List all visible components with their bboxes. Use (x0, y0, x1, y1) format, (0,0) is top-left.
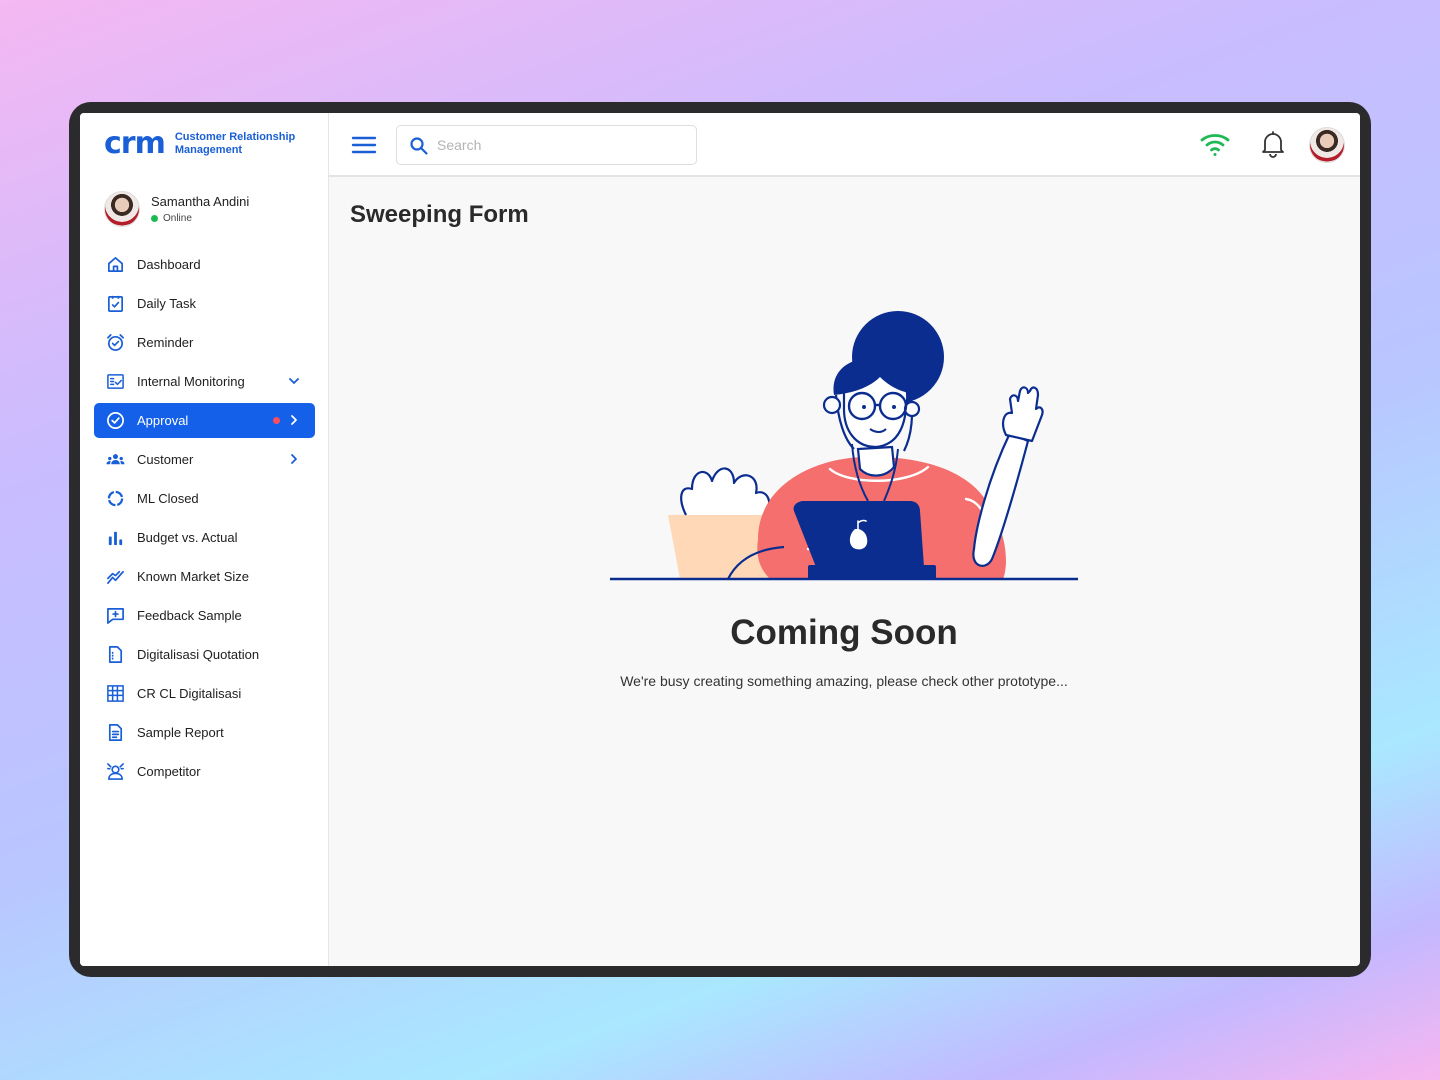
sidebar-item-digitalisasi-quotation[interactable]: Digitalisasi Quotation (94, 637, 315, 672)
sidebar-nav: Dashboard Daily Task Reminder Internal M… (94, 247, 315, 793)
sidebar-item-label: Approval (137, 413, 189, 428)
topbar (329, 113, 1360, 177)
search-box (396, 125, 697, 165)
sidebar-item-known-market-size[interactable]: Known Market Size (94, 559, 315, 594)
sidebar-item-label: Competitor (137, 764, 201, 779)
avatar[interactable] (1309, 127, 1345, 163)
bar-chart-icon (106, 528, 125, 547)
user-status: Online (151, 213, 249, 224)
sidebar: crm Customer Relationship Management Sam… (80, 113, 329, 966)
sidebar-item-label: Known Market Size (137, 569, 249, 584)
bell-icon[interactable] (1260, 130, 1286, 158)
check-circle-icon (106, 411, 125, 430)
sidebar-item-dashboard[interactable]: Dashboard (94, 247, 315, 282)
sidebar-item-label: Feedback Sample (137, 608, 242, 623)
app-screen: crm Customer Relationship Management Sam… (80, 113, 1360, 966)
sidebar-item-label: Reminder (137, 335, 194, 350)
sidebar-item-label: Digitalisasi Quotation (137, 647, 260, 662)
notification-dot-icon (273, 417, 280, 424)
search-icon[interactable] (409, 136, 429, 156)
sidebar-item-label: CR CL Digitalisasi (137, 686, 242, 701)
competitor-icon (106, 762, 125, 781)
sidebar-item-reminder[interactable]: Reminder (94, 325, 315, 360)
progress-ring-icon (106, 489, 125, 508)
message-plus-icon (106, 606, 125, 625)
brand[interactable]: crm Customer Relationship Management (104, 129, 305, 159)
sidebar-item-daily-task[interactable]: Daily Task (94, 286, 315, 321)
sidebar-item-competitor[interactable]: Competitor (94, 754, 315, 789)
home-icon (106, 255, 125, 274)
sidebar-item-approval[interactable]: Approval (94, 403, 315, 438)
search-input[interactable] (437, 135, 677, 155)
wifi-icon[interactable] (1200, 131, 1230, 157)
online-dot-icon (151, 215, 158, 222)
sidebar-item-label: ML Closed (137, 491, 199, 506)
page-title: Sweeping Form (350, 201, 529, 228)
users-icon (106, 450, 125, 469)
user-name: Samantha Andini (151, 194, 250, 209)
trend-line-icon (106, 567, 125, 586)
sidebar-item-budget-vs-actual[interactable]: Budget vs. Actual (94, 520, 315, 555)
sidebar-item-label: Internal Monitoring (137, 374, 245, 389)
sidebar-item-label: Sample Report (137, 725, 224, 740)
table-grid-icon (106, 684, 125, 703)
brand-logo: crm (104, 126, 166, 161)
chevron-right-icon[interactable] (287, 452, 301, 466)
checklist-icon (106, 372, 125, 391)
sidebar-item-label: Customer (137, 452, 194, 467)
chevron-down-icon[interactable] (287, 374, 301, 388)
sidebar-item-cr-cl-digitalisasi[interactable]: CR CL Digitalisasi (94, 676, 315, 711)
coming-soon-subtitle: We're busy creating something amazing, p… (620, 673, 1068, 689)
sidebar-item-label: Dashboard (137, 257, 201, 272)
brand-name: Customer Relationship Management (174, 131, 296, 156)
sidebar-item-sample-report[interactable]: Sample Report (94, 715, 315, 750)
user-profile[interactable]: Samantha Andini Online (104, 191, 249, 227)
document-icon (106, 645, 125, 664)
sidebar-item-ml-closed[interactable]: ML Closed (94, 481, 315, 516)
sidebar-item-feedback-sample[interactable]: Feedback Sample (94, 598, 315, 633)
sidebar-item-internal-monitoring[interactable]: Internal Monitoring (94, 364, 315, 399)
chevron-right-icon[interactable] (287, 413, 301, 427)
hamburger-menu-icon[interactable] (351, 133, 377, 157)
avatar (104, 191, 140, 227)
alarm-clock-icon (106, 333, 125, 352)
coming-soon-illustration (610, 311, 1078, 581)
coming-soon-heading: Coming Soon (730, 613, 958, 652)
report-icon (106, 723, 125, 742)
sidebar-item-customer[interactable]: Customer (94, 442, 315, 477)
user-status-label: Online (163, 213, 192, 224)
sidebar-item-label: Budget vs. Actual (137, 530, 238, 545)
sidebar-item-label: Daily Task (137, 296, 197, 311)
clipboard-check-icon (106, 294, 125, 313)
